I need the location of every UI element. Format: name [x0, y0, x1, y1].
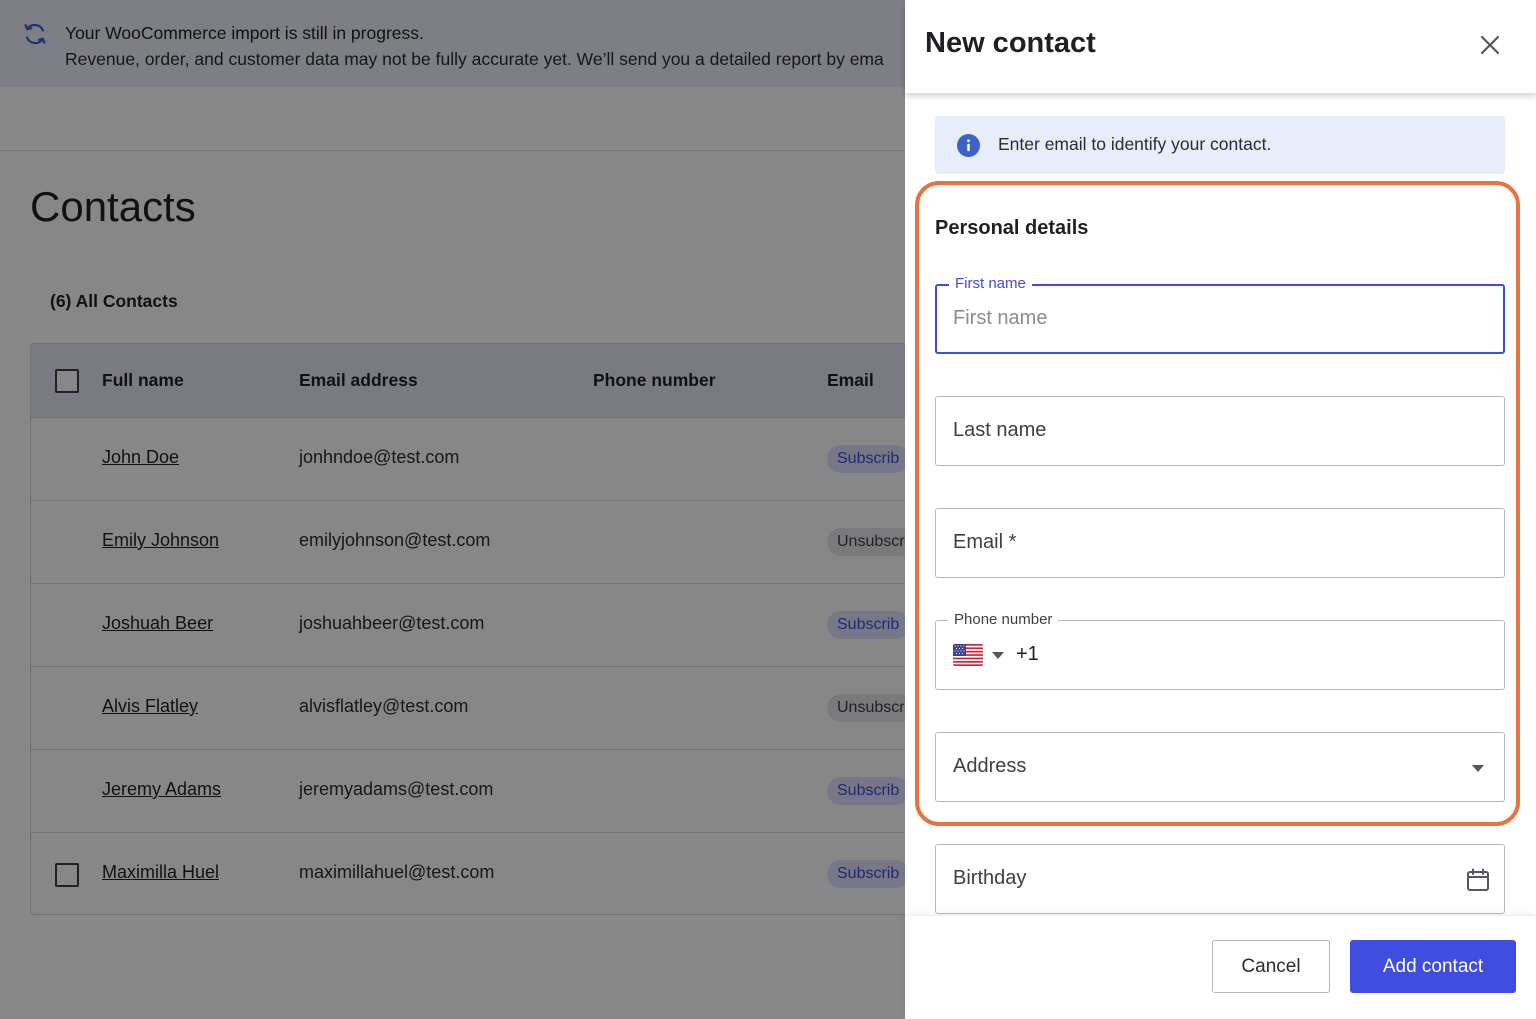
close-icon[interactable] — [1475, 30, 1505, 60]
drawer-header: New contact — [905, 0, 1536, 93]
address-placeholder: Address — [953, 755, 1027, 777]
last-name-field[interactable]: Last name — [935, 396, 1505, 466]
new-contact-drawer: New contact Enter email to identify your… — [905, 0, 1536, 1019]
cancel-button[interactable]: Cancel — [1212, 940, 1330, 993]
address-select[interactable]: Address — [935, 732, 1505, 802]
phone-number-label: Phone number — [948, 611, 1059, 629]
section-title-personal-details: Personal details — [935, 217, 1089, 239]
contacts-page: Your WooCommerce import is still in prog… — [0, 0, 1536, 1019]
calendar-icon[interactable] — [1465, 867, 1491, 893]
first-name-placeholder: First name — [953, 307, 1048, 329]
first-name-label: First name — [949, 275, 1032, 293]
phone-number-field[interactable]: Phone number +1 — [935, 611, 1505, 690]
dial-code: +1 — [1016, 643, 1039, 665]
country-dropdown-caret-icon[interactable] — [992, 652, 1004, 659]
first-name-field[interactable]: First name First name — [935, 275, 1505, 354]
info-message: Enter email to identify your contact. — [935, 116, 1505, 174]
drawer-title: New contact — [925, 27, 1096, 59]
us-flag-icon[interactable] — [953, 644, 983, 666]
last-name-placeholder: Last name — [953, 419, 1047, 441]
chevron-down-icon[interactable] — [1472, 765, 1484, 772]
add-contact-button[interactable]: Add contact — [1350, 940, 1516, 993]
email-field[interactable]: Email * — [935, 508, 1505, 578]
birthday-placeholder: Birthday — [953, 867, 1027, 889]
birthday-field[interactable]: Birthday — [935, 844, 1505, 914]
info-icon — [957, 134, 980, 157]
drawer-footer: Cancel Add contact — [905, 916, 1536, 1019]
info-text: Enter email to identify your contact. — [998, 134, 1272, 154]
email-placeholder: Email * — [953, 531, 1017, 553]
